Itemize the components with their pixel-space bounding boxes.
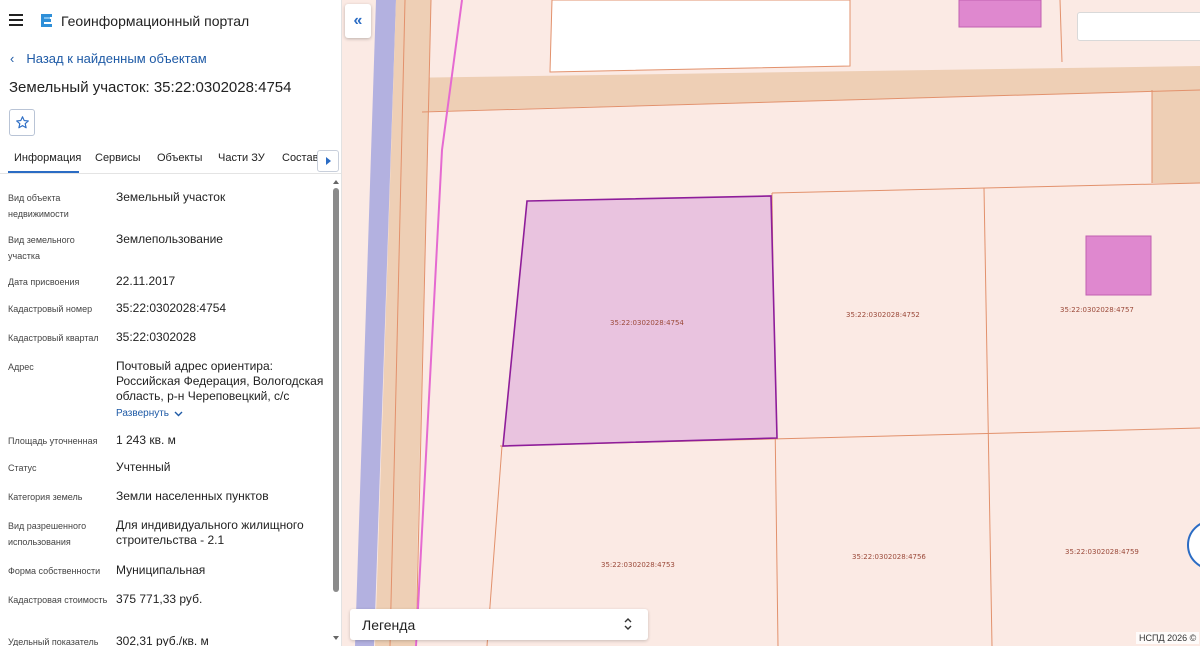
collapse-panel-button[interactable]: « <box>345 4 371 38</box>
attribute-label: Форма собственности <box>8 566 101 576</box>
tab-objects[interactable]: Объекты <box>157 152 202 164</box>
attribute-label: Статус <box>8 463 37 473</box>
parcel-label: 35:22:0302028:4757 <box>1060 306 1134 314</box>
attribute-label: Адрес <box>8 362 34 372</box>
attribute-label: Вид объекта недвижимости <box>8 193 69 219</box>
map-view[interactable]: 35:22:0302028:4754 35:22:0302028:4752 35… <box>342 0 1200 646</box>
attribute-value: Земли населенных пунктов <box>116 489 269 503</box>
attribute-value: 35:22:0302028:4754 <box>116 301 227 315</box>
attributes-list: Вид объекта недвижимости Земельный участ… <box>0 176 330 646</box>
expand-address-link[interactable]: Развернуть <box>116 406 183 421</box>
back-to-results-link[interactable]: ‹ Назад к найденным объектам <box>10 51 207 66</box>
info-panel: Геоинформационный портал ‹ Назад к найде… <box>0 0 342 646</box>
legend-dropdown[interactable]: Легенда <box>350 609 648 640</box>
tab-parts[interactable]: Части ЗУ <box>218 152 265 164</box>
scroll-up-arrow[interactable] <box>333 180 339 184</box>
road-horizontal <box>398 66 1200 112</box>
attribute-label: Кадастровый квартал <box>8 333 99 343</box>
attribute-label: Кадастровая стоимость <box>8 595 108 605</box>
legend-label: Легенда <box>362 617 416 633</box>
map-copyright: НСПД 2026 © <box>1136 632 1200 644</box>
scrollbar-thumb[interactable] <box>333 188 339 592</box>
back-link-label: Назад к найденным объектам <box>26 51 207 66</box>
tab-bar: Информация Сервисы Объекты Части ЗУ Сост… <box>0 146 341 174</box>
sort-arrows-icon <box>624 618 632 630</box>
app-title: Геоинформационный портал <box>61 13 250 29</box>
attribute-value: Муниципальная <box>116 563 206 577</box>
attribute-value: 302,31 руб./кв. м <box>116 634 209 646</box>
attribute-label: Удельный показатель <box>8 637 99 646</box>
attribute-label: Кадастровый номер <box>8 304 93 314</box>
attribute-value: Земельный участок <box>116 190 226 204</box>
portal-logo-icon <box>41 14 52 27</box>
white-plot <box>549 0 851 73</box>
attribute-value: 375 771,33 руб. <box>116 592 203 606</box>
chevron-down-icon <box>174 411 183 416</box>
attribute-value: 35:22:0302028 <box>116 330 197 344</box>
parcel-label: 35:22:0302028:4759 <box>1065 548 1139 556</box>
attribute-label: Площадь уточненная <box>8 436 98 446</box>
address-text: Почтовый адрес ориентира: Российская Фед… <box>116 359 324 403</box>
chevron-left-icon: ‹ <box>10 51 15 66</box>
attribute-value: 1 243 кв. м <box>116 433 176 447</box>
caret-right-icon <box>325 157 331 165</box>
tab-composition[interactable]: Состав <box>282 152 318 164</box>
parcel-label: 35:22:0302028:4753 <box>601 561 675 569</box>
attribute-label: Вид земельного участка <box>8 235 75 261</box>
tabs-scroll-right-button[interactable] <box>317 150 339 172</box>
favorite-button[interactable] <box>9 109 35 136</box>
top-bar: Геоинформационный портал <box>0 0 341 42</box>
active-tab-indicator <box>8 171 79 173</box>
attribute-value: 22.11.2017 <box>116 274 176 288</box>
parcel-label: 35:22:0302028:4756 <box>852 553 926 561</box>
panel-scrollbar[interactable] <box>331 180 341 646</box>
attribute-value: Учтенный <box>116 460 171 474</box>
map-search-field[interactable] <box>1077 12 1200 41</box>
menu-icon[interactable] <box>9 14 23 26</box>
expand-link-label: Развернуть <box>116 408 170 419</box>
attribute-value: Землепользование <box>116 232 223 246</box>
attribute-label: Вид разрешенного использования <box>8 521 87 547</box>
double-chevron-left-icon: « <box>353 12 363 29</box>
tab-services[interactable]: Сервисы <box>95 152 141 164</box>
building-right <box>1085 235 1152 296</box>
parcel-label-selected: 35:22:0302028:4754 <box>610 319 684 327</box>
attribute-label: Категория земель <box>8 492 83 502</box>
tab-information[interactable]: Информация <box>14 152 81 164</box>
building-top <box>958 0 1042 28</box>
attribute-value: Почтовый адрес ориентира: Российская Фед… <box>116 359 326 421</box>
star-icon <box>15 116 29 129</box>
scroll-down-arrow[interactable] <box>333 636 339 640</box>
parcel-label: 35:22:0302028:4752 <box>846 311 920 319</box>
road-branch <box>1152 86 1200 183</box>
object-title: Земельный участок: 35:22:0302028:4754 <box>9 79 292 96</box>
attribute-value: Для индивидуального жилищного строительс… <box>116 518 304 547</box>
app-window: Геоинформационный портал ‹ Назад к найде… <box>0 0 1200 646</box>
attribute-label: Дата присвоения <box>8 277 80 287</box>
